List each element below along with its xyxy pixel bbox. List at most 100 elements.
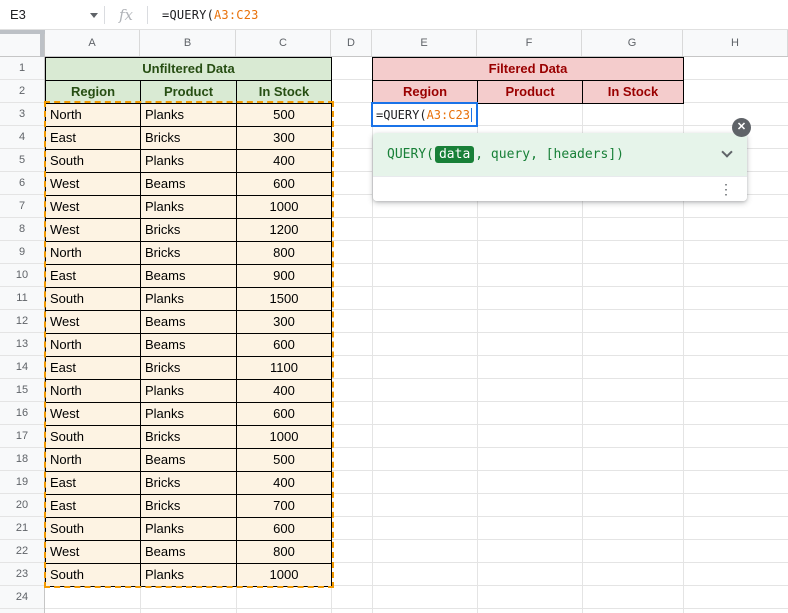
cell-a6[interactable]: West [46,173,141,196]
cell-b9[interactable]: Bricks [141,242,237,265]
filtered-header-product[interactable]: Product [478,81,583,104]
cell-b11[interactable]: Planks [141,288,237,311]
row-header-8[interactable]: 8 [0,218,44,241]
cell-a21[interactable]: South [46,518,141,541]
row-header-9[interactable]: 9 [0,241,44,264]
cell-c22[interactable]: 800 [237,541,332,564]
column-header-h[interactable]: H [683,30,788,56]
column-header-g[interactable]: G [582,30,683,56]
column-header-c[interactable]: C [236,30,331,56]
unfiltered-header-product[interactable]: Product [141,81,237,104]
row-header-6[interactable]: 6 [0,172,44,195]
cell-c14[interactable]: 1100 [237,357,332,380]
cell-a11[interactable]: South [46,288,141,311]
cell-b4[interactable]: Bricks [141,127,237,150]
cell-c9[interactable]: 800 [237,242,332,265]
row-header-22[interactable]: 22 [0,540,44,563]
cell-b13[interactable]: Beams [141,334,237,357]
cell-b18[interactable]: Beams [141,449,237,472]
cell-b22[interactable]: Beams [141,541,237,564]
formula-signature-banner[interactable]: QUERY(data, query, [headers]) [373,133,747,176]
cell-c17[interactable]: 1000 [237,426,332,449]
cell-a10[interactable]: East [46,265,141,288]
unfiltered-header-instock[interactable]: In Stock [237,81,332,104]
cell-a23[interactable]: South [46,564,141,587]
cell-c8[interactable]: 1200 [237,219,332,242]
name-box[interactable]: E3 [0,0,98,30]
cell-c13[interactable]: 600 [237,334,332,357]
cell-b19[interactable]: Bricks [141,472,237,495]
cell-c3[interactable]: 500 [237,104,332,127]
cell-c5[interactable]: 400 [237,150,332,173]
cell-c4[interactable]: 300 [237,127,332,150]
cell-c23[interactable]: 1000 [237,564,332,587]
cell-a7[interactable]: West [46,196,141,219]
chevron-down-icon[interactable] [721,146,733,158]
cell-b14[interactable]: Bricks [141,357,237,380]
cell-b10[interactable]: Beams [141,265,237,288]
cell-a22[interactable]: West [46,541,141,564]
cell-a8[interactable]: West [46,219,141,242]
column-header-f[interactable]: F [477,30,582,56]
unfiltered-title-cell[interactable]: Unfiltered Data [46,58,332,81]
cell-b12[interactable]: Beams [141,311,237,334]
more-options-icon[interactable]: ⋮ [719,180,733,198]
row-header-17[interactable]: 17 [0,425,44,448]
row-header-24[interactable]: 24 [0,586,44,609]
cell-a15[interactable]: North [46,380,141,403]
cell-c16[interactable]: 600 [237,403,332,426]
row-header-7[interactable]: 7 [0,195,44,218]
filtered-header-instock[interactable]: In Stock [583,81,684,104]
column-header-a[interactable]: A [45,30,140,56]
cell-b21[interactable]: Planks [141,518,237,541]
row-header-13[interactable]: 13 [0,333,44,356]
row-header-5[interactable]: 5 [0,149,44,172]
cell-c19[interactable]: 400 [237,472,332,495]
cell-c7[interactable]: 1000 [237,196,332,219]
cell-b15[interactable]: Planks [141,380,237,403]
freeze-column-handle[interactable] [40,30,44,57]
row-header-20[interactable]: 20 [0,494,44,517]
row-header-18[interactable]: 18 [0,448,44,471]
cell-a17[interactable]: South [46,426,141,449]
cell-a13[interactable]: North [46,334,141,357]
row-header-1[interactable]: 1 [0,57,44,80]
cell-b7[interactable]: Planks [141,196,237,219]
row-header-2[interactable]: 2 [0,80,44,103]
cell-editor-e3[interactable]: =QUERY(A3:C23 [371,102,478,127]
cell-a3[interactable]: North [46,104,141,127]
cell-b20[interactable]: Bricks [141,495,237,518]
name-box-dropdown-icon[interactable] [90,12,98,18]
cell-a5[interactable]: South [46,150,141,173]
row-header-14[interactable]: 14 [0,356,44,379]
cell-b8[interactable]: Bricks [141,219,237,242]
cell-a4[interactable]: East [46,127,141,150]
freeze-row-handle[interactable] [0,30,45,34]
unfiltered-header-region[interactable]: Region [46,81,141,104]
cell-a18[interactable]: North [46,449,141,472]
cell-c21[interactable]: 600 [237,518,332,541]
cell-b16[interactable]: Planks [141,403,237,426]
cell-c10[interactable]: 900 [237,265,332,288]
cell-a20[interactable]: East [46,495,141,518]
cell-c6[interactable]: 600 [237,173,332,196]
row-header-11[interactable]: 11 [0,287,44,310]
row-header-16[interactable]: 16 [0,402,44,425]
row-header-15[interactable]: 15 [0,379,44,402]
cell-b23[interactable]: Planks [141,564,237,587]
formula-bar-input[interactable]: =QUERY(A3:C23 [148,8,259,22]
cell-c11[interactable]: 1500 [237,288,332,311]
cell-c12[interactable]: 300 [237,311,332,334]
close-help-button[interactable]: ✕ [732,118,751,137]
cell-c20[interactable]: 700 [237,495,332,518]
cell-a14[interactable]: East [46,357,141,380]
cell-a9[interactable]: North [46,242,141,265]
row-header-3[interactable]: 3 [0,103,44,126]
cell-a19[interactable]: East [46,472,141,495]
column-header-e[interactable]: E [372,30,477,56]
cell-b3[interactable]: Planks [141,104,237,127]
select-all-corner[interactable] [0,30,45,57]
column-header-d[interactable]: D [331,30,372,56]
cell-b6[interactable]: Beams [141,173,237,196]
cell-c15[interactable]: 400 [237,380,332,403]
